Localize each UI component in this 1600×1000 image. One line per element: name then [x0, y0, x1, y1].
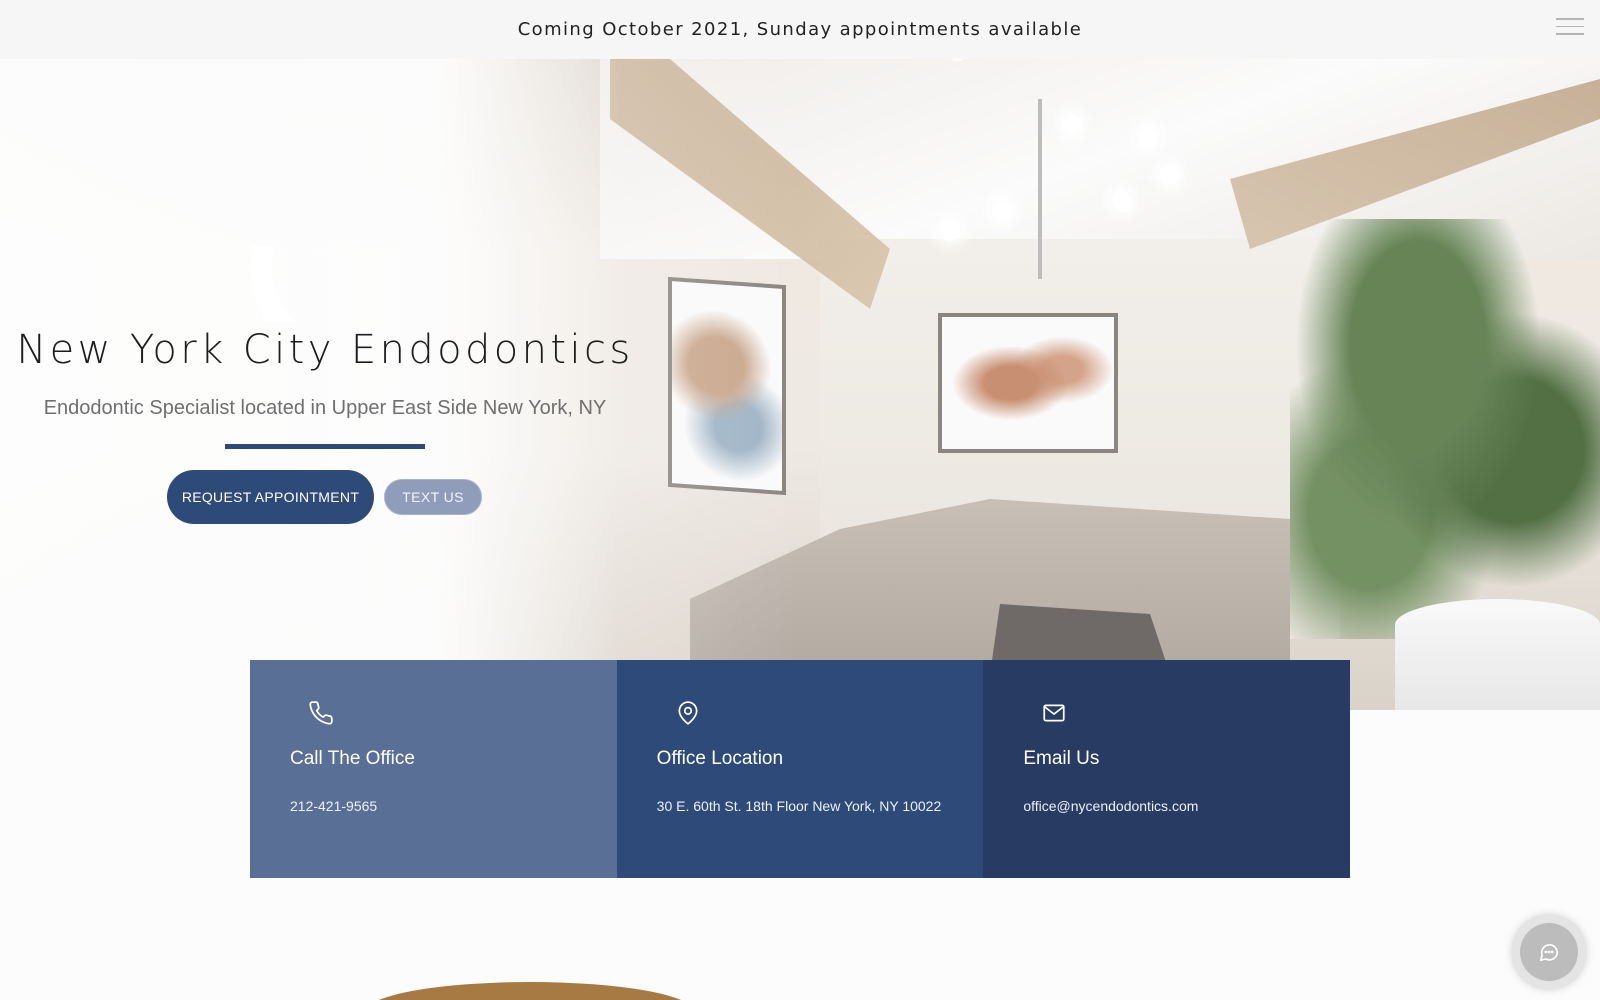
call-office-card[interactable]: Call The Office 212-421-9565 — [250, 660, 617, 878]
email-address[interactable]: office@nycendodontics.com — [1023, 798, 1198, 814]
location-pin-icon — [678, 701, 698, 725]
announcement-bar: Coming October 2021, Sunday appointments… — [0, 0, 1600, 59]
card-title: Call The Office — [290, 748, 415, 769]
office-address[interactable]: 30 E. 60th St. 18th Floor New York, NY 1… — [657, 798, 942, 814]
hero-photo-artwork — [938, 313, 1118, 453]
text-us-button[interactable]: TEXT US — [384, 479, 482, 515]
phone-icon — [309, 701, 333, 725]
announcement-text: Coming October 2021, Sunday appointments… — [517, 19, 1083, 40]
phone-number[interactable]: 212-421-9565 — [290, 798, 377, 814]
hero-banner — [0, 59, 1600, 710]
smile-logo-icon — [250, 246, 400, 322]
section-image — [365, 982, 695, 1000]
mail-icon — [1043, 704, 1065, 722]
hero-photo-light — [1160, 165, 1180, 185]
title-divider — [225, 444, 425, 449]
page-subtitle: Endodontic Specialist located in Upper E… — [43, 397, 607, 419]
hero-photo-plant — [1290, 219, 1600, 639]
email-card[interactable]: Email Us office@nycendodontics.com — [983, 660, 1351, 878]
page-title: New York City Endodontics — [16, 327, 634, 373]
hero-photo-pot — [1395, 599, 1600, 710]
chat-bubble-icon — [1539, 944, 1559, 962]
hero-photo-light — [992, 201, 1012, 221]
hero-photo-light — [940, 221, 960, 241]
hero-photo-chandelier — [1038, 99, 1042, 279]
hero-photo-light — [1062, 115, 1082, 135]
hero-overlay — [0, 59, 800, 710]
office-location-card[interactable]: Office Location 30 E. 60th St. 18th Floo… — [616, 660, 984, 878]
card-title: Office Location — [656, 748, 784, 769]
card-title: Email Us — [1023, 748, 1100, 769]
chat-button[interactable] — [1520, 923, 1578, 981]
hamburger-menu-icon[interactable] — [1556, 18, 1584, 38]
hero-photo-light — [1138, 127, 1158, 147]
contact-cards: Call The Office 212-421-9565 Office Loca… — [250, 660, 1351, 878]
request-appointment-button[interactable]: REQUEST APPOINTMENT — [167, 470, 374, 524]
hero-photo-light — [1112, 191, 1132, 211]
